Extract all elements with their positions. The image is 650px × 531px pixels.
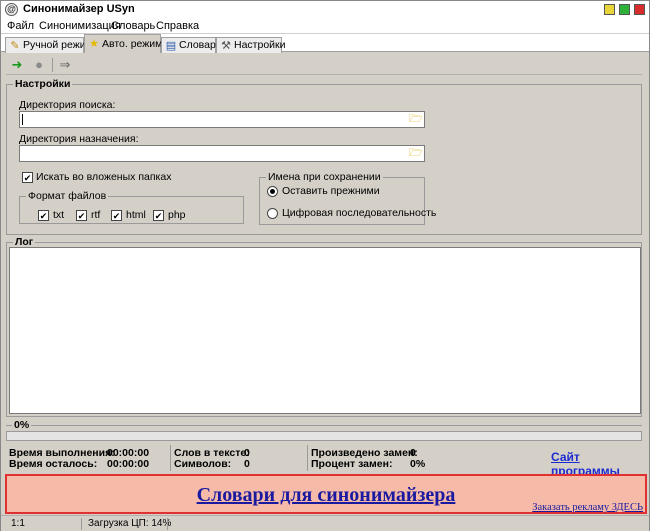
format-rtf-checkbox[interactable]: ✔	[76, 210, 87, 221]
chars-label: Символов:	[174, 458, 232, 470]
naming-group: Имена при сохранении Оставить прежними Ц…	[259, 171, 436, 225]
keep-names-radio[interactable]	[267, 186, 278, 197]
app-window: @ Синонимайзер USyn Файл Синонимизация С…	[0, 0, 650, 531]
book-icon: ▤	[165, 40, 177, 52]
text-caret	[22, 114, 23, 125]
order-ad-link[interactable]: Заказать рекламу ЗДЕСЬ	[532, 502, 643, 513]
stats-separator	[307, 445, 308, 471]
format-html-label: html	[126, 209, 146, 221]
format-html-checkbox[interactable]: ✔	[111, 210, 122, 221]
dest-dir-field[interactable]: 🗁	[19, 145, 425, 162]
format-txt-checkbox[interactable]: ✔	[38, 210, 49, 221]
percent-value: 0%	[410, 458, 426, 470]
title-bar: @ Синонимайзер USyn	[1, 1, 649, 18]
remaining-value: 00:00:00	[107, 458, 150, 470]
format-txt-label: txt	[53, 209, 65, 221]
subfolders-label: Искать во вложеных папках	[36, 171, 172, 183]
app-logo-icon: @	[5, 3, 18, 16]
cursor-position: 1:1	[11, 518, 25, 529]
tab-auto-mode[interactable]: ★ Авто. режим	[84, 34, 163, 53]
formats-group-title: Формат файлов	[26, 190, 109, 202]
tab-bar: ✎ Ручной режим ★ Авто. режим ▤ Словари ⚒…	[1, 34, 649, 53]
status-separator	[81, 518, 82, 530]
tab-dictionaries[interactable]: ▤ Словари	[161, 37, 222, 53]
naming-group-title: Имена при сохранении	[266, 171, 383, 183]
keep-names-label: Оставить прежними	[282, 185, 380, 197]
cpu-load: Загрузка ЦП: 14%	[88, 518, 172, 529]
dest-dir-label: Директория назначения:	[19, 133, 139, 145]
toolbar-separator	[52, 58, 53, 72]
format-php-checkbox[interactable]: ✔	[153, 210, 164, 221]
settings-group-title: Настройки	[13, 78, 73, 90]
remaining-label: Время осталось:	[9, 458, 98, 470]
progress-bar	[6, 431, 642, 441]
wrench-icon: ⚒	[221, 40, 231, 52]
settings-group: Настройки Директория поиска: 🗁 Директори…	[6, 78, 642, 235]
chars-value: 0	[244, 458, 250, 470]
tab-label: Авто. режим	[102, 38, 163, 50]
next-arrow-icon[interactable]: ⇒	[56, 56, 74, 74]
toolbar: ➜ ● ⇒	[6, 55, 642, 75]
log-textarea[interactable]	[9, 247, 641, 414]
formats-group: Формат файлов ✔ txt ✔ rtf ✔ html ✔ php	[19, 190, 244, 224]
percent-label: Процент замен:	[311, 458, 393, 470]
pencil-icon: ✎	[10, 40, 20, 52]
folder-icon[interactable]: 🗁	[409, 114, 423, 125]
search-dir-label: Директория поиска:	[19, 99, 116, 111]
menu-bar: Файл Синонимизация Словарь Справка	[1, 18, 649, 34]
minimize-button[interactable]	[604, 4, 615, 15]
tab-manual-mode[interactable]: ✎ Ручной режим	[5, 37, 93, 53]
progress-label: 0%	[12, 419, 32, 431]
subfolders-checkbox[interactable]: ✔	[22, 172, 33, 183]
menu-help[interactable]: Справка	[156, 20, 199, 32]
maximize-button[interactable]	[619, 4, 630, 15]
menu-file[interactable]: Файл	[7, 20, 34, 32]
ad-banner[interactable]: Словари для синонимайзера Заказать рекла…	[5, 474, 647, 514]
search-dir-field[interactable]: 🗁	[19, 111, 425, 128]
close-button[interactable]	[634, 4, 645, 15]
tab-settings[interactable]: ⚒ Настройки	[216, 37, 286, 53]
stats-separator	[170, 445, 171, 471]
stop-icon[interactable]: ●	[30, 56, 48, 74]
menu-dictionary[interactable]: Словарь	[111, 20, 155, 32]
status-bar: 1:1 Загрузка ЦП: 14%	[1, 515, 649, 531]
format-php-label: php	[168, 209, 186, 221]
status-separator	[167, 518, 168, 530]
run-arrow-icon[interactable]: ➜	[8, 56, 26, 74]
window-title: Синонимайзер USyn	[23, 3, 135, 15]
star-icon: ★	[89, 38, 99, 50]
tab-label: Ручной режим	[23, 39, 93, 51]
numeric-sequence-radio[interactable]	[267, 208, 278, 219]
folder-icon[interactable]: 🗁	[409, 148, 423, 159]
format-rtf-label: rtf	[91, 209, 101, 221]
menu-synonymize[interactable]: Синонимизация	[39, 20, 121, 32]
tab-label: Настройки	[234, 39, 286, 51]
numeric-sequence-label: Цифровая последовательность	[282, 207, 437, 219]
